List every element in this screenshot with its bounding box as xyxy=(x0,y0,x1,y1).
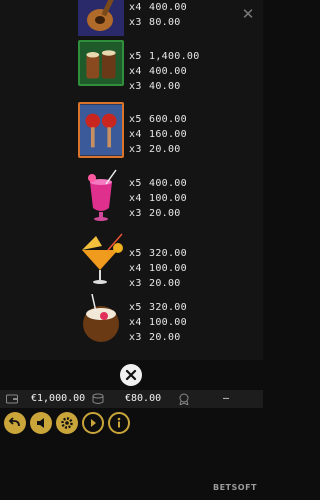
bongo-drums-icon xyxy=(78,40,124,86)
award-icon xyxy=(179,393,189,405)
payout-amount: 20.00 xyxy=(149,208,181,219)
payout-list: x5 400.00 x4 100.00 x3 20.00 xyxy=(129,176,187,221)
close-icon[interactable]: ✕ xyxy=(241,7,255,22)
payout-list: x5 320.00 x4 100.00 x3 20.00 xyxy=(129,246,187,291)
payout-amount: 100.00 xyxy=(149,193,187,204)
back-button[interactable] xyxy=(4,412,26,434)
multiplier: x4 xyxy=(129,193,142,204)
multiplier: x3 xyxy=(129,144,142,155)
multiplier: x3 xyxy=(129,278,142,289)
payout-list: x5 1,400.00 x4 400.00 x3 40.00 xyxy=(129,49,200,94)
multiplier: x4 xyxy=(129,2,142,13)
multiplier: x3 xyxy=(129,332,142,343)
payout-amount: 400.00 xyxy=(149,178,187,189)
guitar-icon xyxy=(78,0,124,36)
wallet-icon xyxy=(6,394,18,404)
orange-cocktail-icon xyxy=(82,233,123,284)
betsoft-logo: BETSOFT xyxy=(212,483,257,492)
bet-value: €80.00 xyxy=(125,393,162,404)
payout-amount: 1,400.00 xyxy=(149,51,200,62)
payout-amount: 160.00 xyxy=(149,129,187,140)
close-paytable-button[interactable] xyxy=(120,364,142,386)
payout-amount: 320.00 xyxy=(149,302,187,313)
payout-amount: 20.00 xyxy=(149,144,181,155)
multiplier: x5 xyxy=(129,114,142,125)
control-bar xyxy=(0,412,263,436)
speaker-icon xyxy=(37,418,44,428)
multiplier: x4 xyxy=(129,129,142,140)
autoplay-button[interactable] xyxy=(82,412,104,434)
win-value: – xyxy=(223,393,230,404)
back-arrow-icon xyxy=(8,417,20,427)
multiplier: x4 xyxy=(129,263,142,274)
payout-amount: 600.00 xyxy=(149,114,187,125)
multiplier: x3 xyxy=(129,208,142,219)
payout-amount: 320.00 xyxy=(149,248,187,259)
status-bar: €1,000.00 €80.00 – xyxy=(0,390,263,408)
payout-amount: 20.00 xyxy=(149,332,181,343)
sound-button[interactable] xyxy=(30,412,52,434)
multiplier: x5 xyxy=(129,248,142,259)
payout-list: x5 320.00 x4 100.00 x3 20.00 xyxy=(129,300,187,345)
info-icon xyxy=(117,417,121,428)
payout-amount: 100.00 xyxy=(149,317,187,328)
multiplier: x5 xyxy=(129,178,142,189)
payout-amount: 80.00 xyxy=(149,17,181,28)
coins-icon xyxy=(92,393,104,404)
payout-amount: 20.00 xyxy=(149,278,181,289)
paytable-panel: ✕ x4 400.00 x3 80.00 x5 1,400.00 x4 400.00 x… xyxy=(0,0,263,360)
payout-list: x4 400.00 x3 80.00 xyxy=(129,0,187,30)
multiplier: x4 xyxy=(129,317,142,328)
payout-list: x5 600.00 x4 160.00 x3 20.00 xyxy=(129,112,187,157)
payout-amount: 400.00 xyxy=(149,66,187,77)
play-icon xyxy=(91,419,96,427)
close-icon xyxy=(125,369,137,381)
payout-amount: 40.00 xyxy=(149,81,181,92)
info-button[interactable] xyxy=(108,412,130,434)
payout-amount: 100.00 xyxy=(149,263,187,274)
multiplier: x5 xyxy=(129,302,142,313)
balance-value: €1,000.00 xyxy=(31,393,86,404)
gear-icon xyxy=(61,417,73,429)
settings-button[interactable] xyxy=(56,412,78,434)
payout-amount: 400.00 xyxy=(149,2,187,13)
multiplier: x5 xyxy=(129,51,142,62)
multiplier: x3 xyxy=(129,81,142,92)
coconut-drink-icon xyxy=(83,294,119,342)
multiplier: x4 xyxy=(129,66,142,77)
pink-cocktail-icon xyxy=(88,169,117,221)
maracas-icon xyxy=(78,102,124,158)
multiplier: x3 xyxy=(129,17,142,28)
